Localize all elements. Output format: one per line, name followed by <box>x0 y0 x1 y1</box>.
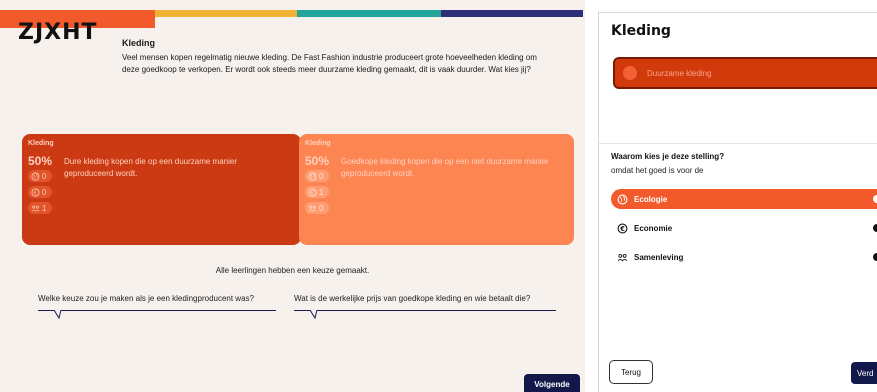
question-text: Wat is de werkelijke prijs van goedkope … <box>294 294 531 303</box>
stripe-navy <box>441 10 583 17</box>
people-icon <box>617 253 628 262</box>
next-button[interactable]: Volgende <box>524 374 580 392</box>
speech-tail-icon <box>54 310 62 319</box>
selected-choice[interactable]: Duurzame kleding <box>613 57 877 89</box>
option-label: Economie <box>634 223 673 233</box>
radio-knob <box>873 253 877 261</box>
society-count: 0 <box>305 202 329 214</box>
society-count-value: 1 <box>42 203 47 213</box>
discussion-question: Welke keuze zou je maken als je een kled… <box>38 290 276 319</box>
people-icon <box>308 205 317 212</box>
economy-count: € 1 <box>305 186 329 198</box>
society-count-value: 0 <box>319 203 324 213</box>
choice-dot-icon <box>623 66 637 80</box>
discussion-question: Wat is de werkelijke prijs van goedkope … <box>294 290 556 319</box>
speech-tail-icon <box>310 310 318 319</box>
euro-icon: € <box>31 187 40 196</box>
intro: Kleding Veel mensen kopen regelmatig nie… <box>122 38 542 76</box>
euro-icon: € <box>617 223 628 233</box>
logo: ZJXHT <box>18 20 98 45</box>
intro-text: Veel mensen kopen regelmatig nieuwe kled… <box>122 53 537 74</box>
card-percent: 50% <box>305 154 330 168</box>
question-text: Welke keuze zou je maken als je een kled… <box>38 294 254 303</box>
overview-screen: ZJXHT Kleding Veel mensen kopen regelmat… <box>0 0 585 392</box>
globe-icon <box>31 171 40 181</box>
svg-text:€: € <box>34 190 38 196</box>
card-percent: 50% <box>28 154 53 168</box>
status-text: Alle leerlingen hebben een keuze gemaakt… <box>215 266 370 275</box>
intro-title: Kleding <box>122 38 155 48</box>
stripe-yellow <box>155 10 297 17</box>
option-economie[interactable]: € Economie <box>611 218 877 238</box>
continue-button[interactable]: Verd <box>851 362 877 384</box>
speech-line <box>38 310 276 311</box>
euro-icon: € <box>308 187 317 196</box>
ecology-count: 0 <box>305 170 329 182</box>
back-button[interactable]: Terug <box>609 360 653 384</box>
reason-subtext: omdat het goed is voor de <box>611 166 704 175</box>
option-label: Samenleving <box>634 252 684 262</box>
divider <box>599 143 877 144</box>
student-panel: Kleding Duurzame kleding Waarom kies je … <box>598 12 877 392</box>
society-count: 1 <box>28 202 52 214</box>
globe-icon <box>308 171 317 181</box>
people-icon <box>31 205 40 212</box>
globe-icon <box>617 194 628 204</box>
ecology-count: 0 <box>28 170 52 182</box>
ecology-count-value: 0 <box>319 171 324 181</box>
selected-choice-label: Duurzame kleding <box>647 68 712 78</box>
speech-line <box>294 310 556 311</box>
economy-count-value: 1 <box>319 187 324 197</box>
option-label: Ecologie <box>634 194 668 204</box>
svg-text:€: € <box>619 225 625 233</box>
svg-text:€: € <box>311 190 315 196</box>
panel-title: Kleding <box>611 23 671 39</box>
card-statement: Dure kleding kopen die op een duurzame m… <box>64 157 237 178</box>
economy-count: € 0 <box>28 186 52 198</box>
card-category: Kleding <box>28 140 54 147</box>
card-category: Kleding <box>305 140 331 147</box>
reason-question: Waarom kies je deze stelling? <box>611 152 725 161</box>
radio-knob <box>873 224 877 232</box>
card-statement: Goedkope kleding kopen die op een niet d… <box>341 157 549 178</box>
option-samenleving[interactable]: Samenleving <box>611 247 877 267</box>
radio-knob <box>873 195 877 203</box>
statement-card-cheap[interactable]: Kleding 50% Goedkope kleding kopen die o… <box>299 134 574 245</box>
ecology-count-value: 0 <box>42 171 47 181</box>
stripe-teal <box>297 10 441 17</box>
statement-card-expensive[interactable]: Kleding 50% Dure kleding kopen die op ee… <box>22 134 301 245</box>
economy-count-value: 0 <box>42 187 47 197</box>
option-ecologie[interactable]: Ecologie <box>611 189 877 209</box>
